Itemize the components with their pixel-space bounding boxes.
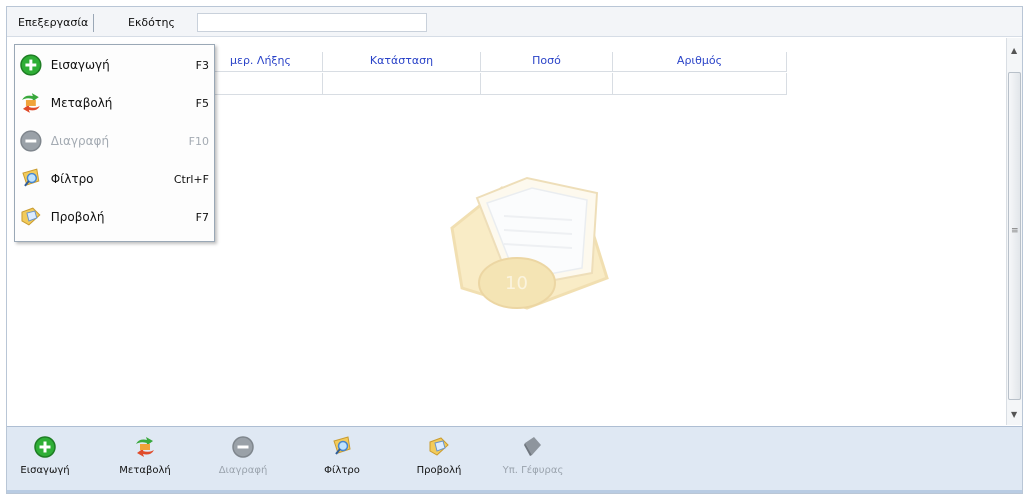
status-strip [7, 490, 1022, 493]
edit-button[interactable]: Μεταβολή [110, 435, 180, 489]
scroll-down-arrow-icon[interactable]: ▼ [1011, 410, 1017, 419]
delete-icon [232, 436, 254, 458]
delete-icon [20, 130, 42, 152]
menu-item-shortcut: F5 [195, 96, 209, 110]
filter-button-label: Φίλτρο [324, 465, 360, 476]
delete-button[interactable]: Διαγραφή [208, 435, 278, 489]
column-header-amount[interactable]: Ποσό [481, 52, 613, 72]
menu-item-label: Μεταβολή [50, 96, 113, 110]
column-header-status[interactable]: Κατάσταση [323, 52, 481, 72]
publisher-search-input[interactable] [197, 13, 427, 32]
add-icon [34, 436, 56, 458]
watermark-number: 10 [505, 273, 528, 294]
column-header-expiry-date[interactable]: μερ. Λήξης [199, 52, 323, 72]
checkbook-icon: 10 [450, 176, 609, 310]
table-row[interactable] [199, 73, 787, 95]
add-button-label: Εισαγωγή [20, 465, 70, 476]
view-button-label: Προβολή [416, 465, 462, 476]
menu-item-shortcut: F3 [195, 58, 209, 72]
edit-button-label: Μεταβολή [119, 465, 171, 476]
bridge-icon [524, 437, 541, 456]
menu-item-label: Προβολή [50, 210, 105, 224]
bottom-toolbar: Εισαγωγή Μεταβολή Διαγραφή Φίλτρο Προβολ… [7, 426, 1022, 493]
table-cell[interactable] [613, 73, 787, 95]
grid-header: μερ. Λήξης Κατάσταση Ποσό Αριθμός [199, 52, 787, 72]
menu-item-filter[interactable]: Φίλτρο Ctrl+F [19, 163, 209, 195]
menu-edit[interactable]: Επεξεργασία [13, 14, 95, 32]
menu-item-edit[interactable]: Μεταβολή F5 [19, 87, 209, 119]
bridge-button[interactable]: Υπ. Γέφυρας [493, 435, 573, 489]
menu-item-view[interactable]: Προβολή F7 [19, 201, 209, 233]
app-window: Επεξεργασία Εκδότης μερ. Λήξης Κατάσταση… [6, 6, 1023, 494]
menu-publisher[interactable]: Εκδότης [123, 14, 180, 32]
table-cell[interactable] [323, 73, 481, 95]
scroll-grip-icon: ≡ [1011, 226, 1019, 236]
table-cell[interactable] [199, 73, 323, 95]
menu-item-delete[interactable]: Διαγραφή F10 [19, 125, 209, 157]
menu-item-add[interactable]: Εισαγωγή F3 [19, 49, 209, 81]
add-button[interactable]: Εισαγωγή [10, 435, 80, 489]
edit-icon [21, 93, 40, 113]
menu-bar: Επεξεργασία Εκδότης [7, 7, 1022, 37]
delete-button-label: Διαγραφή [218, 465, 268, 476]
view-button[interactable]: Προβολή [404, 435, 474, 489]
edit-icon [136, 437, 154, 457]
menu-item-shortcut: F7 [195, 210, 209, 224]
menu-item-label: Εισαγωγή [50, 58, 110, 72]
menu-item-label: Φίλτρο [50, 172, 94, 186]
column-header-number[interactable]: Αριθμός [613, 52, 787, 72]
vertical-scrollbar[interactable]: ▲ ≡ ▼ [1006, 38, 1022, 425]
view-icon [21, 207, 41, 226]
scrollbar-thumb[interactable] [1008, 72, 1021, 400]
bridge-button-label: Υπ. Γέφυρας [502, 465, 564, 476]
menu-item-shortcut: F10 [188, 134, 209, 148]
filter-icon [22, 168, 40, 187]
view-icon [429, 437, 449, 456]
scroll-up-arrow-icon[interactable]: ▲ [1011, 46, 1017, 55]
edit-menu-dropdown: Εισαγωγή F3 Μεταβολή F5 Διαγραφή F10 Φίλ… [14, 44, 215, 242]
menu-item-label: Διαγραφή [50, 134, 110, 148]
filter-icon [333, 436, 351, 455]
table-cell[interactable] [481, 73, 613, 95]
menu-item-shortcut: Ctrl+F [173, 172, 209, 186]
add-icon [20, 54, 42, 76]
filter-button[interactable]: Φίλτρο [307, 435, 377, 489]
